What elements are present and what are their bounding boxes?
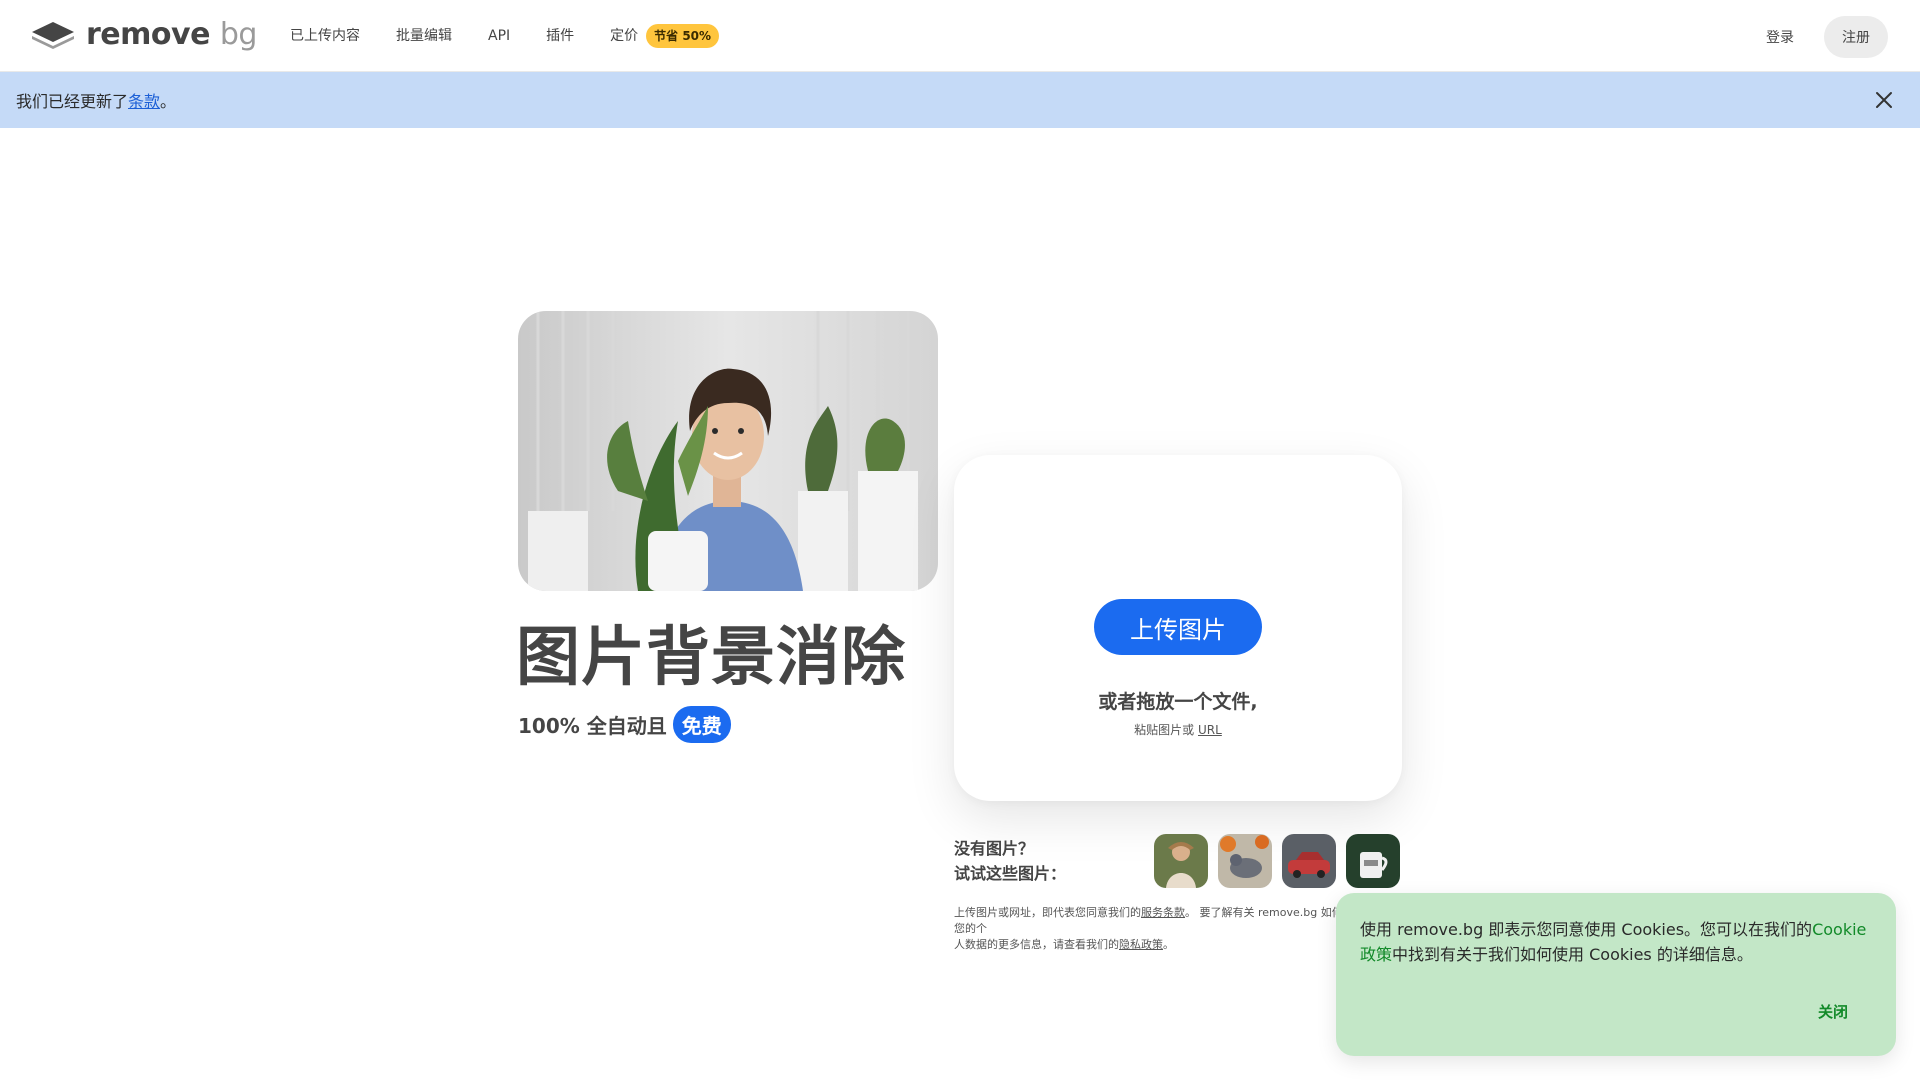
remove-bg-logo[interactable]: remove bg xyxy=(30,18,257,52)
hero-subtitle: 100% 全自动且 免费 xyxy=(518,706,731,743)
terms-link[interactable]: 条款 xyxy=(128,92,160,111)
privacy-link[interactable]: 隐私政策 xyxy=(1119,938,1163,951)
legal-notice: 上传图片或网址，即代表您同意我们的服务条款。 要了解有关 remove.bg 如… xyxy=(954,906,1365,951)
cookie-consent-popup: 使用 remove.bg 即表示您同意使用 Cookies。您可以在我们的Coo… xyxy=(1336,893,1896,1056)
sample-images xyxy=(1154,834,1400,888)
hero-person-illustration xyxy=(518,311,938,591)
tos-link[interactable]: 服务条款 xyxy=(1141,906,1185,919)
account-nav: 登录 注册 xyxy=(1752,16,1888,58)
free-badge: 免费 xyxy=(672,706,731,743)
hero-image xyxy=(518,311,938,591)
sample-prompt-line1: 没有图片？ xyxy=(954,839,1035,858)
page-title: 图片背景消除 xyxy=(516,621,906,695)
drop-file-text: 或者拖放一个文件, xyxy=(1098,691,1258,713)
sample-image-car[interactable] xyxy=(1282,834,1336,888)
signup-button[interactable]: 注册 xyxy=(1824,16,1888,58)
top-navigation-bar: remove bg 已上传内容 批量编辑 API 插件 定价 节省 50% 登录… xyxy=(0,0,1920,72)
cookie-text: 使用 remove.bg 即表示您同意使用 Cookies。您可以在我们的Coo… xyxy=(1360,920,1867,964)
nav-plugins[interactable]: 插件 xyxy=(546,22,574,50)
sample-image-mug[interactable] xyxy=(1346,834,1400,888)
main-nav: 已上传内容 批量编辑 API 插件 定价 节省 50% xyxy=(290,22,720,50)
sample-prompt: 没有图片？ 试试这些图片： xyxy=(954,836,1066,886)
nav-uploads[interactable]: 已上传内容 xyxy=(290,22,360,50)
banner-text: 我们已经更新了条款。 xyxy=(16,92,177,111)
terms-update-banner: 我们已经更新了条款。 xyxy=(0,72,1920,128)
logo-icon xyxy=(32,22,74,49)
paste-url-link[interactable]: URL xyxy=(1198,723,1222,737)
nav-pricing-label: 定价 xyxy=(610,28,639,44)
paste-hint: 粘贴图片或 URL xyxy=(1134,723,1222,737)
upload-dropzone[interactable]: 上传图片 或者拖放一个文件, 粘贴图片或 URL xyxy=(954,455,1402,801)
logo-text: remove bg xyxy=(86,17,257,52)
save-badge: 节省 50% xyxy=(646,24,720,48)
nav-api[interactable]: API xyxy=(488,22,510,50)
upload-image-button[interactable]: 上传图片 xyxy=(1094,599,1262,655)
login-link[interactable]: 登录 xyxy=(1752,17,1808,57)
subtitle-text: 100% 全自动且 xyxy=(518,714,667,738)
sample-image-woman[interactable] xyxy=(1154,834,1208,888)
close-icon[interactable] xyxy=(1874,90,1894,110)
nav-bulk-edit[interactable]: 批量编辑 xyxy=(396,22,452,50)
nav-pricing[interactable]: 定价 节省 50% xyxy=(610,22,720,50)
sample-image-pigeon[interactable] xyxy=(1218,834,1272,888)
sample-prompt-line2: 试试这些图片： xyxy=(954,864,1067,883)
cookie-close-button[interactable]: 关闭 xyxy=(1818,1001,1848,1022)
